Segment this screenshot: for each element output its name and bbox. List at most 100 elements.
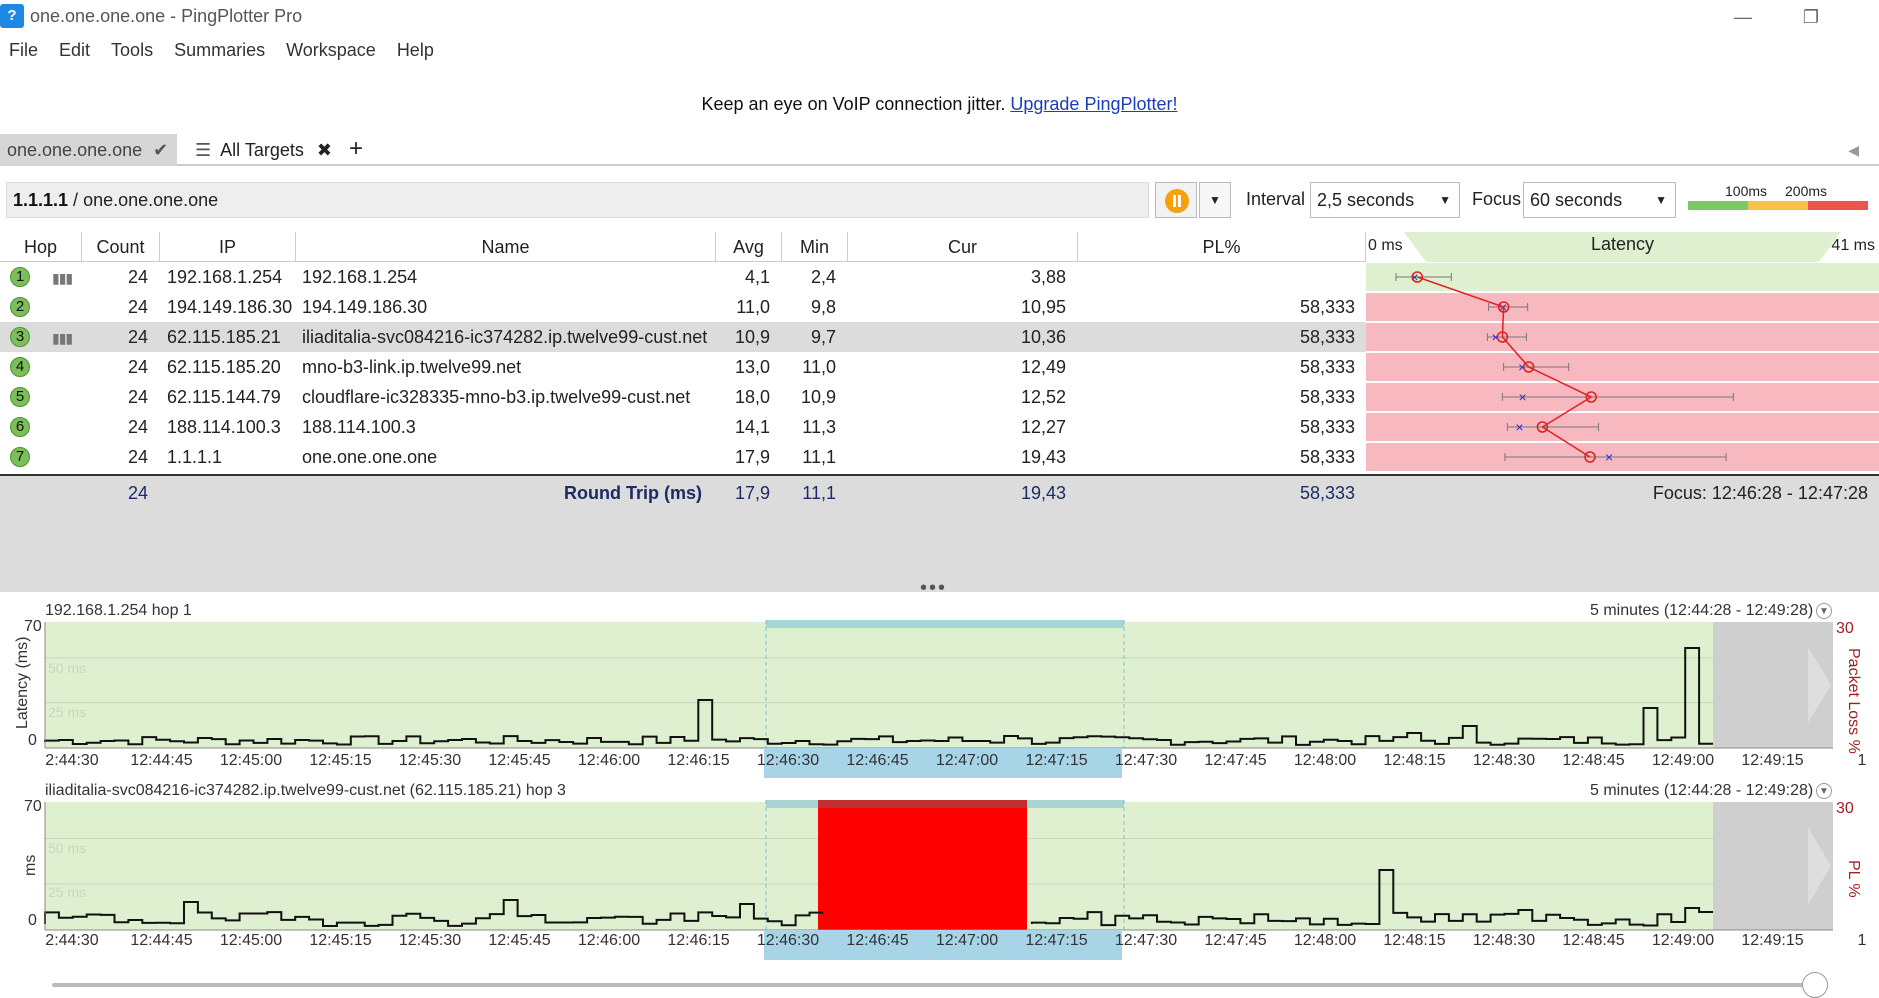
latency-cur-marker: × [1492,329,1500,345]
menu-workspace[interactable]: Workspace [277,36,388,66]
col-name[interactable]: Name [296,232,716,262]
minimize-button[interactable]: — [1720,2,1766,32]
trace-options-dropdown[interactable]: ▼ [1199,182,1231,218]
x-tick-label: 12:47:45 [1204,932,1267,949]
cell-avg: 14,1 [734,417,770,437]
menu-edit[interactable]: Edit [50,36,102,66]
latency-cur-marker: × [1605,449,1613,465]
x-tick-label: 12:48:00 [1293,752,1357,769]
hop-row-7[interactable]: 7 24 1.1.1.1 one.one.one.one 17,9 11,1 19,43 58… [0,442,1366,472]
col-cur[interactable]: Cur [848,232,1078,262]
scale-200-label: 200ms [1785,183,1828,199]
tab-one-one-one-one[interactable]: one.one.one.one ✔ [0,134,177,166]
cell-avg: 11,0 [736,297,770,317]
rt-cur: 19,43 [1020,483,1066,503]
latency-row-bg [1366,293,1879,321]
pause-icon [1165,189,1189,213]
cell-min: 11,1 [802,447,836,467]
x-tick-label: 12:47:30 [1114,752,1178,769]
col-pl[interactable]: PL% [1078,232,1366,262]
latency-row-bg [1366,353,1879,381]
rt-pl: 58,333 [1299,483,1355,503]
hop-row-2[interactable]: 2 24 194.149.186.30 194.149.186.30 11,0 9,8 10… [0,292,1366,322]
chevron-down-icon[interactable]: ▼ [1816,783,1832,799]
x-tick-label: 12:48:15 [1383,752,1446,769]
rt-count: 24 [127,483,148,503]
x-tick-label: 12:45:30 [398,752,462,769]
hop-row-4[interactable]: 4 24 62.115.185.20 mno-b3-link.ip.twelve99.… [0,352,1366,382]
banner-text: Keep an eye on VoIP connection jitter. [701,94,1006,114]
timeline-scrollbar[interactable] [52,983,1822,987]
x-tick-label: 12:48:45 [1562,932,1625,949]
focus-select[interactable]: 60 seconds ▼ [1523,182,1676,218]
x-tick-label: 12:47:00 [935,752,999,769]
tab-bar: one.one.one.one ✔ ☰ All Targets ✖ + ◀ [0,134,1879,166]
col-min[interactable]: Min [782,232,848,262]
latency-cur-marker: × [1518,359,1526,375]
latency-scale-bar [1688,201,1868,210]
graph2-range[interactable]: 5 minutes (12:44:28 - 12:49:28) [1590,782,1813,800]
bar-chart-icon[interactable]: ▮▮▮ [52,270,73,287]
latency-row-bg [1366,323,1879,351]
chevron-left-icon[interactable]: ◀ [1848,142,1859,159]
col-avg[interactable]: Avg [716,232,782,262]
cell-count: 24 [127,447,148,467]
hop-row-6[interactable]: 6 24 188.114.100.3 188.114.100.3 14,1 11,3 12,… [0,412,1366,442]
focus-range: Focus: 12:46:28 - 12:47:28 [1652,483,1868,503]
cell-name: mno-b3-link.ip.twelve99.net [302,357,522,377]
bar-chart-icon[interactable]: ▮▮▮ [52,330,73,347]
col-ip[interactable]: IP [160,232,296,262]
timeline-scroll-handle[interactable] [1802,972,1828,998]
col-hop[interactable]: Hop [0,232,82,262]
interval-select[interactable]: 2,5 seconds ▼ [1310,182,1460,218]
cell-count: 24 [127,417,148,437]
menu-tools[interactable]: Tools [102,36,165,66]
cell-ip: 62.115.185.20 [167,357,281,377]
hop-number-badge: 1 [10,267,30,287]
target-input[interactable]: 1.1.1.1 / one.one.one.one [6,182,1149,218]
x-tick-label: 2:44:30 [45,932,99,949]
graph2-grid-25: 25 ms [48,884,87,900]
x-tick-label: 12:48:45 [1562,752,1625,769]
chevron-down-icon[interactable]: ▼ [1816,603,1832,619]
col-count[interactable]: Count [82,232,160,262]
add-tab-button[interactable]: + [342,134,366,166]
cell-ip: 194.149.186.30 [167,297,293,317]
cell-name: 188.114.100.3 [302,417,416,437]
hop-row-1[interactable]: 1 ▮▮▮ 24 192.168.1.254 192.168.1.254 4,1 2,4 3,… [0,262,1366,292]
x-tick-label: 12:46:45 [846,752,909,769]
menu-summaries[interactable]: Summaries [165,36,277,66]
packet-loss-block [818,800,1027,930]
chevron-down-icon: ▼ [1439,193,1451,207]
graph1-range[interactable]: 5 minutes (12:44:28 - 12:49:28) [1590,602,1813,620]
cell-pl [1078,262,1355,292]
menu-file[interactable]: File [0,36,50,66]
cell-name: cloudflare-ic328335-mno-b3.ip.twelve99-c… [302,387,691,407]
cell-min: 2,4 [810,267,836,287]
cell-avg: 4,1 [744,267,770,287]
x-tick-label: 12:47:30 [1114,932,1178,949]
x-tick-label: 12:45:15 [309,932,372,949]
x-tick-label: 12:49:15 [1741,932,1804,949]
upgrade-link[interactable]: Upgrade PingPlotter! [1010,94,1177,114]
x-tick-label: 12:46:30 [756,932,820,949]
upgrade-banner: Keep an eye on VoIP connection jitter. U… [0,94,1879,115]
restore-button[interactable]: ❐ [1788,2,1834,32]
tab-all-targets[interactable]: ☰ All Targets ✖ [188,134,368,166]
splitter-handle[interactable]: ••• [920,578,947,598]
interval-label: Interval [1246,189,1306,209]
close-icon[interactable]: ✖ [317,140,332,160]
cell-count: 24 [127,357,148,377]
cell-ip: 62.115.144.79 [167,387,281,407]
hop-row-3[interactable]: 3 ▮▮▮ 24 62.115.185.21 iliaditalia-svc084216… [0,322,1366,352]
hop-row-5[interactable]: 5 24 62.115.144.79 cloudflare-ic328335-mno-… [0,382,1366,412]
rt-label: Round Trip (ms) [564,483,702,503]
cell-pl: 58,333 [1299,417,1355,437]
target-host: one.one.one.one [83,190,219,210]
menu-help[interactable]: Help [388,36,446,66]
pause-button[interactable] [1155,182,1197,218]
latency-header-label: Latency [1591,234,1655,254]
hop-number-badge: 4 [10,357,30,377]
cell-name: 194.149.186.30 [302,297,428,317]
cell-cur: 10,36 [1020,327,1066,347]
